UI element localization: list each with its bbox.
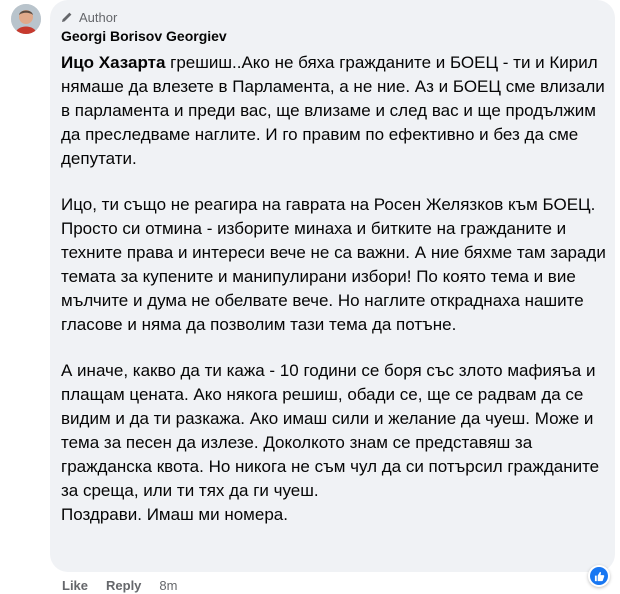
mention-link[interactable]: Ицо Хазарта: [61, 53, 165, 72]
avatar[interactable]: [11, 4, 41, 34]
author-badge: Author: [61, 8, 117, 26]
comment-actions: Like Reply 8m: [62, 578, 177, 593]
comment-paragraph: Ицо, ти също не реагира на гаврата на Ро…: [61, 195, 606, 334]
author-badge-label: Author: [79, 9, 118, 25]
comment-paragraph: Ицо Хазарта грешиш..Ако не бяха граждани…: [61, 51, 609, 171]
avatar-image: [11, 4, 41, 34]
comment-container: Author Georgi Borisov Georgiev Ицо Хазар…: [0, 0, 620, 594]
like-button[interactable]: Like: [62, 578, 88, 593]
pencil-icon: [62, 12, 72, 22]
reply-button[interactable]: Reply: [106, 578, 141, 593]
thumbs-up-icon: [590, 567, 608, 585]
comment-paragraph: Поздрави. Имаш ми номера.: [61, 505, 288, 524]
reaction-count[interactable]: [588, 565, 610, 587]
commenter-name[interactable]: Georgi Borisov Georgiev: [61, 28, 227, 44]
timestamp[interactable]: 8m: [159, 578, 177, 593]
comment-body: Ицо Хазарта грешиш..Ако не бяха граждани…: [61, 51, 609, 527]
comment-paragraph: А иначе, какво да ти кажа - 10 години се…: [61, 361, 600, 500]
